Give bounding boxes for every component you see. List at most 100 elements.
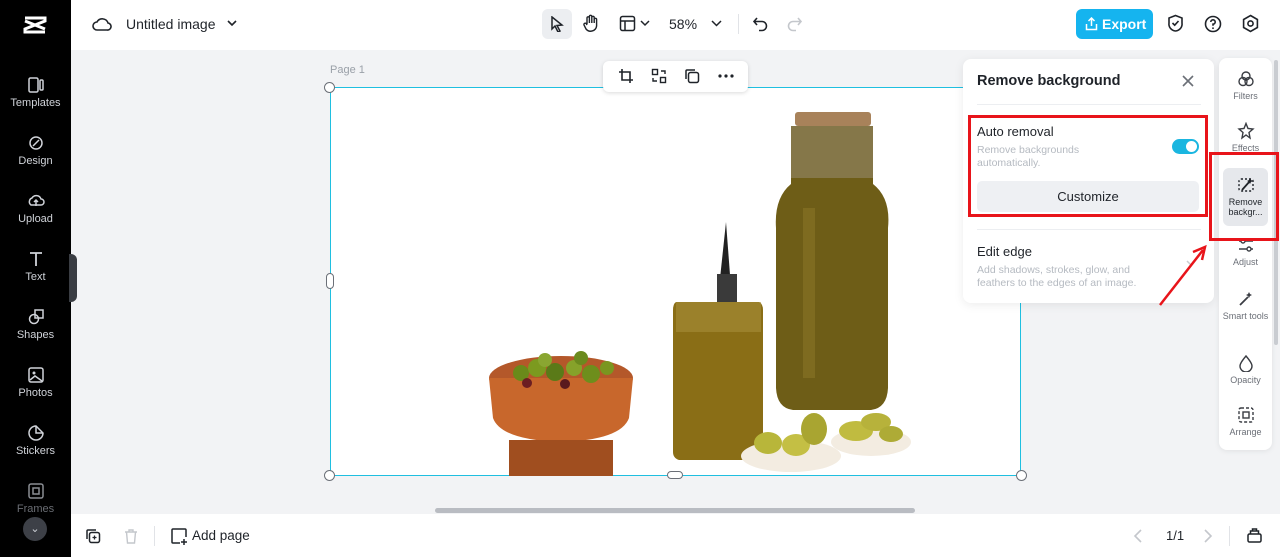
- text-icon: [29, 252, 42, 266]
- panel-divider: [977, 229, 1201, 230]
- sidebar-item-label: Design: [18, 155, 53, 167]
- close-icon[interactable]: [1180, 73, 1196, 89]
- sidebar-item-templates[interactable]: Templates: [0, 76, 71, 128]
- duplicate-page-icon[interactable]: [85, 528, 101, 544]
- tool-label: Effects: [1231, 143, 1260, 153]
- sidebar-item-shapes[interactable]: Shapes: [0, 308, 71, 360]
- auto-removal-description: Remove backgrounds automatically.: [977, 144, 1080, 169]
- tall-oil-bottle: [775, 112, 889, 410]
- layout-icon[interactable]: [619, 15, 636, 32]
- filters-icon: [1237, 71, 1254, 87]
- tool-adjust[interactable]: Adjust: [1219, 236, 1272, 267]
- next-page-icon[interactable]: [1203, 529, 1213, 543]
- help-icon[interactable]: [1204, 15, 1222, 33]
- export-label: Export: [1102, 16, 1147, 32]
- document-title[interactable]: Untitled image: [126, 16, 216, 32]
- tool-label: Filters: [1233, 91, 1258, 101]
- effects-icon: [1236, 122, 1255, 140]
- tool-effects[interactable]: Effects: [1219, 122, 1272, 153]
- tool-label: Opacity: [1230, 375, 1261, 385]
- tool-filters[interactable]: Filters: [1219, 70, 1272, 101]
- export-icon: [1085, 17, 1098, 31]
- resize-handle-bottom-left[interactable]: [324, 470, 335, 481]
- sidebar-collapse-handle[interactable]: [69, 254, 77, 302]
- sidebar-item-text[interactable]: Text: [0, 250, 71, 302]
- resize-handle-top-left[interactable]: [324, 82, 335, 93]
- smart-tools-icon: [1238, 292, 1252, 306]
- panel-divider: [977, 104, 1201, 105]
- more-options-icon[interactable]: [718, 74, 734, 78]
- resize-handle-left[interactable]: [326, 273, 334, 289]
- selection-toolbar: [603, 61, 748, 92]
- zoom-level[interactable]: 58%: [669, 16, 697, 32]
- tool-opacity[interactable]: Opacity: [1219, 354, 1272, 385]
- auto-removal-toggle[interactable]: [1172, 139, 1199, 154]
- capcut-logo-icon[interactable]: [20, 10, 50, 40]
- sidebar-item-stickers[interactable]: Stickers: [0, 424, 71, 476]
- export-button[interactable]: Export: [1076, 9, 1153, 39]
- small-oil-cruet: [673, 222, 763, 460]
- chevron-down-icon[interactable]: [226, 17, 238, 29]
- resize-handle-bottom-right[interactable]: [1016, 470, 1027, 481]
- sidebar-expand-chevron-icon[interactable]: ⌄: [23, 517, 47, 541]
- canvas-horizontal-scrollbar[interactable]: [435, 508, 915, 513]
- sidebar-item-label: Frames: [16, 503, 55, 515]
- frames-icon: [27, 483, 44, 499]
- undo-icon[interactable]: [752, 15, 769, 32]
- sidebar-item-label: Upload: [18, 213, 53, 225]
- tool-label: Adjust: [1232, 257, 1258, 267]
- flip-icon[interactable]: [651, 68, 667, 84]
- customize-button[interactable]: Customize: [977, 181, 1199, 212]
- canvas-page[interactable]: [330, 87, 1021, 476]
- upload-icon: [28, 194, 45, 206]
- toolbar-divider: [738, 14, 739, 34]
- redo-icon[interactable]: [786, 15, 803, 32]
- previous-page-icon[interactable]: [1133, 529, 1143, 543]
- chevron-down-icon[interactable]: [640, 18, 650, 28]
- adjust-icon: [1238, 238, 1253, 252]
- templates-icon: [27, 77, 44, 93]
- add-page-button[interactable]: Add page: [192, 528, 250, 543]
- sidebar-item-design[interactable]: Design: [0, 134, 71, 186]
- sidebar-item-upload[interactable]: Upload: [0, 192, 71, 244]
- sidebar-item-label: Text: [25, 271, 46, 283]
- duplicate-icon[interactable]: [684, 68, 700, 84]
- tool-remove-background[interactable]: Remove backgr...: [1223, 168, 1268, 226]
- resize-handle-bottom[interactable]: [667, 471, 683, 479]
- edit-edge-title[interactable]: Edit edge: [977, 244, 1032, 259]
- tool-label: Smart tools: [1222, 311, 1269, 321]
- bottom-divider: [154, 526, 155, 546]
- sidebar-item-label: Templates: [10, 97, 61, 109]
- photos-icon: [27, 367, 44, 383]
- bottom-divider: [1229, 526, 1230, 546]
- sidebar-item-label: Shapes: [16, 329, 55, 341]
- sidebar-item-photos[interactable]: Photos: [0, 366, 71, 418]
- top-bar: Untitled image 58% Export: [71, 0, 1280, 50]
- annotation-arrow-icon: [1159, 244, 1207, 306]
- bottom-bar: Add page 1/1: [71, 514, 1280, 557]
- arrange-icon: [1237, 407, 1254, 423]
- shapes-icon: [28, 309, 44, 325]
- page-indicator: 1/1: [1166, 528, 1185, 543]
- delete-icon[interactable]: [123, 528, 139, 544]
- right-panel-scrollbar[interactable]: [1274, 60, 1278, 345]
- auto-removal-title: Auto removal: [977, 124, 1054, 139]
- edit-edge-description: Add shadows, strokes, glow, and feathers…: [977, 264, 1137, 289]
- add-page-icon[interactable]: [170, 527, 188, 545]
- hand-tool-icon[interactable]: [582, 14, 600, 33]
- settings-gear-icon[interactable]: [1241, 14, 1260, 33]
- pages-panel-icon[interactable]: [1246, 527, 1263, 544]
- cloud-icon[interactable]: [92, 15, 112, 33]
- opacity-icon: [1238, 354, 1253, 372]
- tool-smart-tools[interactable]: Smart tools: [1219, 290, 1272, 321]
- page-label: Page 1: [330, 64, 365, 76]
- shield-icon[interactable]: [1167, 14, 1184, 33]
- tool-label: Arrange: [1229, 427, 1262, 437]
- sidebar-item-label: Stickers: [15, 445, 56, 457]
- product-image[interactable]: [331, 88, 1022, 477]
- select-tool-button[interactable]: [542, 9, 572, 39]
- tool-arrange[interactable]: Arrange: [1219, 406, 1272, 437]
- crop-icon[interactable]: [618, 68, 634, 84]
- olive-bowl: [489, 351, 633, 476]
- chevron-down-icon[interactable]: [711, 18, 722, 29]
